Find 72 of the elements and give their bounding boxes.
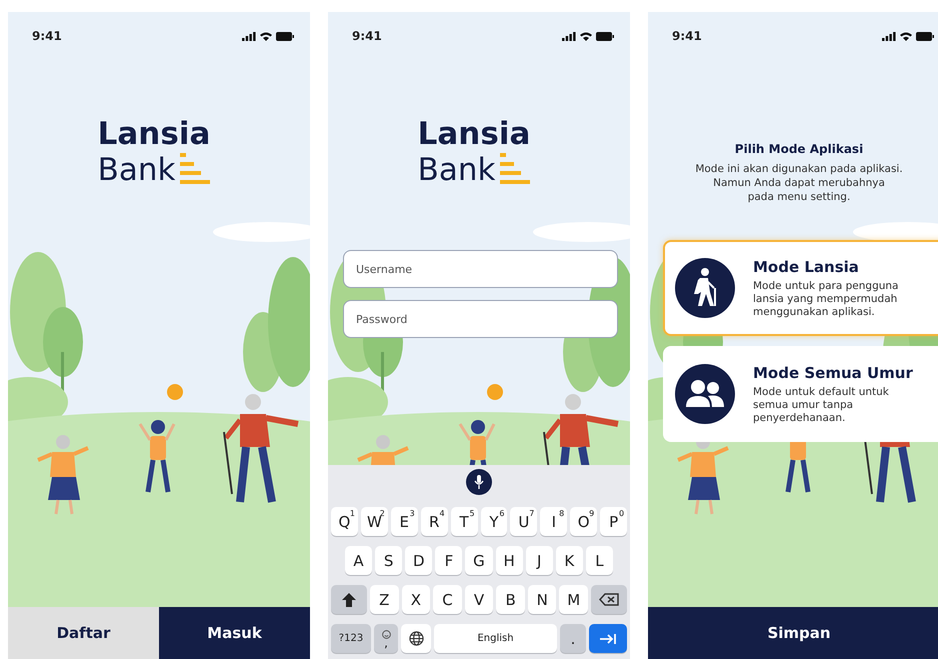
signal-icon xyxy=(882,32,896,40)
keyboard-key[interactable]: Q$^{1}$ xyxy=(331,507,358,536)
globe-icon xyxy=(408,631,424,646)
screen-description: Mode ini akan digunakan pada aplikasi. Namun Anda dapat merubahnya pada menu setting. xyxy=(695,162,903,204)
shift-key[interactable] xyxy=(331,585,367,614)
mode-title: Mode Semua Umur xyxy=(753,364,913,382)
keyboard-key[interactable]: H xyxy=(496,546,523,575)
keyboard-key[interactable]: U$^{7}$ xyxy=(510,507,538,536)
keyboard-key[interactable]: N xyxy=(528,585,556,614)
stairs-icon xyxy=(180,153,210,184)
backspace-key[interactable] xyxy=(591,585,628,614)
logo-text: Lansia xyxy=(98,116,210,152)
keyboard-key[interactable]: D xyxy=(405,546,432,575)
keyboard-key[interactable]: W$^{2}$ xyxy=(360,507,388,536)
microphone-icon xyxy=(474,475,484,489)
mode-description: Mode untuk default untuk semua umur tanpa penyerdehanaan. xyxy=(753,386,890,424)
keyboard-key[interactable]: C xyxy=(433,585,462,614)
emoji-key[interactable]: , xyxy=(374,624,398,653)
status-time: 9:41 xyxy=(352,29,382,43)
keyboard-key[interactable]: G xyxy=(465,546,493,575)
globe-key[interactable] xyxy=(401,624,431,653)
keyboard-key[interactable]: X xyxy=(402,585,430,614)
action-button[interactable]: Masuk xyxy=(159,607,310,659)
action-button[interactable]: Daftar xyxy=(8,607,159,659)
keyboard-key[interactable]: B xyxy=(496,585,525,614)
keyboard-key[interactable]: Z xyxy=(370,585,399,614)
smiley-icon xyxy=(382,630,390,639)
shift-icon xyxy=(342,592,356,606)
battery-icon xyxy=(276,32,294,40)
keyboard-key[interactable]: T$^{5}$ xyxy=(450,507,478,536)
logo-text: Lansia xyxy=(418,116,530,152)
microphone-button[interactable] xyxy=(466,469,492,495)
wifi-icon xyxy=(260,32,272,40)
battery-icon xyxy=(916,32,934,40)
mode-option-card[interactable]: Mode Semua Umur Mode untuk default untuk semua umur tanpa penyerdehanaan. xyxy=(663,346,938,442)
keyboard-key[interactable]: S xyxy=(375,546,402,575)
backspace-icon xyxy=(599,593,620,606)
people-icon xyxy=(686,379,724,409)
keyboard-key[interactable]: O$^{9}$ xyxy=(570,507,598,536)
space-key[interactable]: English xyxy=(434,624,557,653)
battery-icon xyxy=(596,32,614,40)
enter-key[interactable] xyxy=(589,624,627,653)
stairs-icon xyxy=(500,153,530,184)
logo-text: Bank xyxy=(98,152,176,188)
keyboard-key[interactable]: P$^{0}$ xyxy=(600,507,628,536)
keyboard-key[interactable]: E$^{3}$ xyxy=(390,507,418,536)
screen-title: Pilih Mode Aplikasi xyxy=(734,142,864,156)
keyboard-key[interactable]: I $^{8}$ xyxy=(540,507,568,536)
keyboard-key[interactable]: V xyxy=(464,585,494,614)
signal-icon xyxy=(242,32,256,40)
wifi-icon xyxy=(900,32,912,40)
keyboard-key[interactable]: Y$^{6}$ xyxy=(480,507,508,536)
status-time: 9:41 xyxy=(672,29,702,43)
mode-title: Mode Lansia xyxy=(753,258,860,276)
enter-icon xyxy=(600,632,616,644)
signal-icon xyxy=(562,32,576,40)
keyboard-key[interactable]: R$^{4}$ xyxy=(420,507,448,536)
text-field[interactable]: Password xyxy=(343,300,618,338)
wifi-icon xyxy=(580,32,592,40)
logo-text: Bank xyxy=(418,152,496,188)
action-button[interactable]: Simpan xyxy=(648,607,938,659)
symbols-key[interactable]: ?123 xyxy=(331,624,371,653)
keyboard-key[interactable]: L xyxy=(586,546,613,575)
text-field[interactable]: Username xyxy=(343,250,618,288)
period-key[interactable]: . xyxy=(560,624,586,653)
keyboard-key[interactable]: K xyxy=(556,546,583,575)
keyboard-key[interactable]: F xyxy=(435,546,462,575)
status-time: 9:41 xyxy=(32,29,62,43)
mode-description: Mode untuk para pengguna lansia yang mempermudah menggunakan aplikasi. xyxy=(753,280,900,318)
keyboard-key[interactable]: J xyxy=(526,546,553,575)
keyboard-key[interactable]: A xyxy=(345,546,372,575)
keyboard-key[interactable]: M xyxy=(559,585,588,614)
